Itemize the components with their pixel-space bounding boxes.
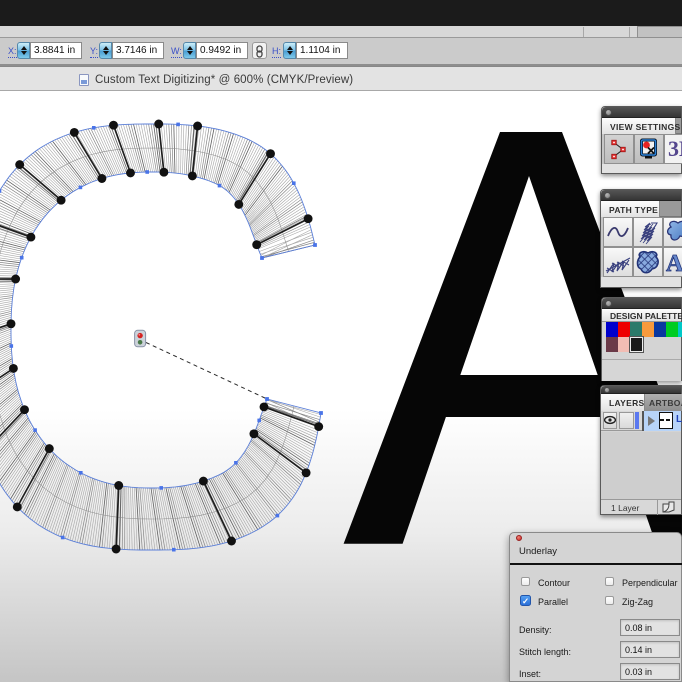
svg-text:A: A [666,251,682,276]
